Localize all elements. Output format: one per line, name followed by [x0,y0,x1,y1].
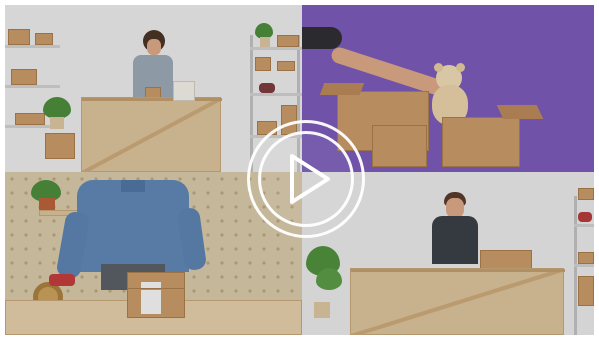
cardboard-box [15,113,45,125]
shelf [574,264,594,267]
plant-pot [314,302,330,318]
wooden-counter [350,268,565,335]
cardboard-box [255,57,271,71]
shelf [5,45,60,48]
play-button[interactable] [247,120,365,238]
cardboard-box [578,252,594,264]
teddy-ear [456,63,465,72]
person-face [446,198,464,218]
box-flap [319,83,365,95]
cardboard-box [35,33,53,45]
cardboard-box [8,29,30,45]
plant-pot [260,37,270,47]
cardboard-box [578,188,594,200]
person-face [147,39,161,55]
shelf [5,85,60,88]
shirt-collar [121,180,145,192]
person-denim-shirt [77,180,189,272]
video-thumbnail[interactable] [5,5,594,335]
box-flap [496,105,544,119]
plant [43,97,71,119]
sleeve [302,27,342,49]
person-shirt [432,216,478,264]
shelf [250,93,302,96]
cardboard-box [277,61,295,71]
cardboard-box [11,69,37,85]
cardboard-box-small [372,125,427,167]
wooden-counter [81,97,222,172]
shelf [574,224,594,227]
tape-dispenser [578,212,592,222]
cardboard-box [578,276,594,306]
play-icon [290,154,330,204]
teddy-ear [434,63,443,72]
tape-dispenser [259,83,275,93]
plant [316,268,342,290]
plant-pot [50,117,64,129]
cardboard-box [45,133,75,159]
white-box [173,81,195,101]
tape-dispenser-handle [49,274,75,286]
cardboard-box [277,35,299,47]
shelf [250,47,302,50]
cardboard-box-open [442,117,520,167]
shipping-label [141,290,161,314]
